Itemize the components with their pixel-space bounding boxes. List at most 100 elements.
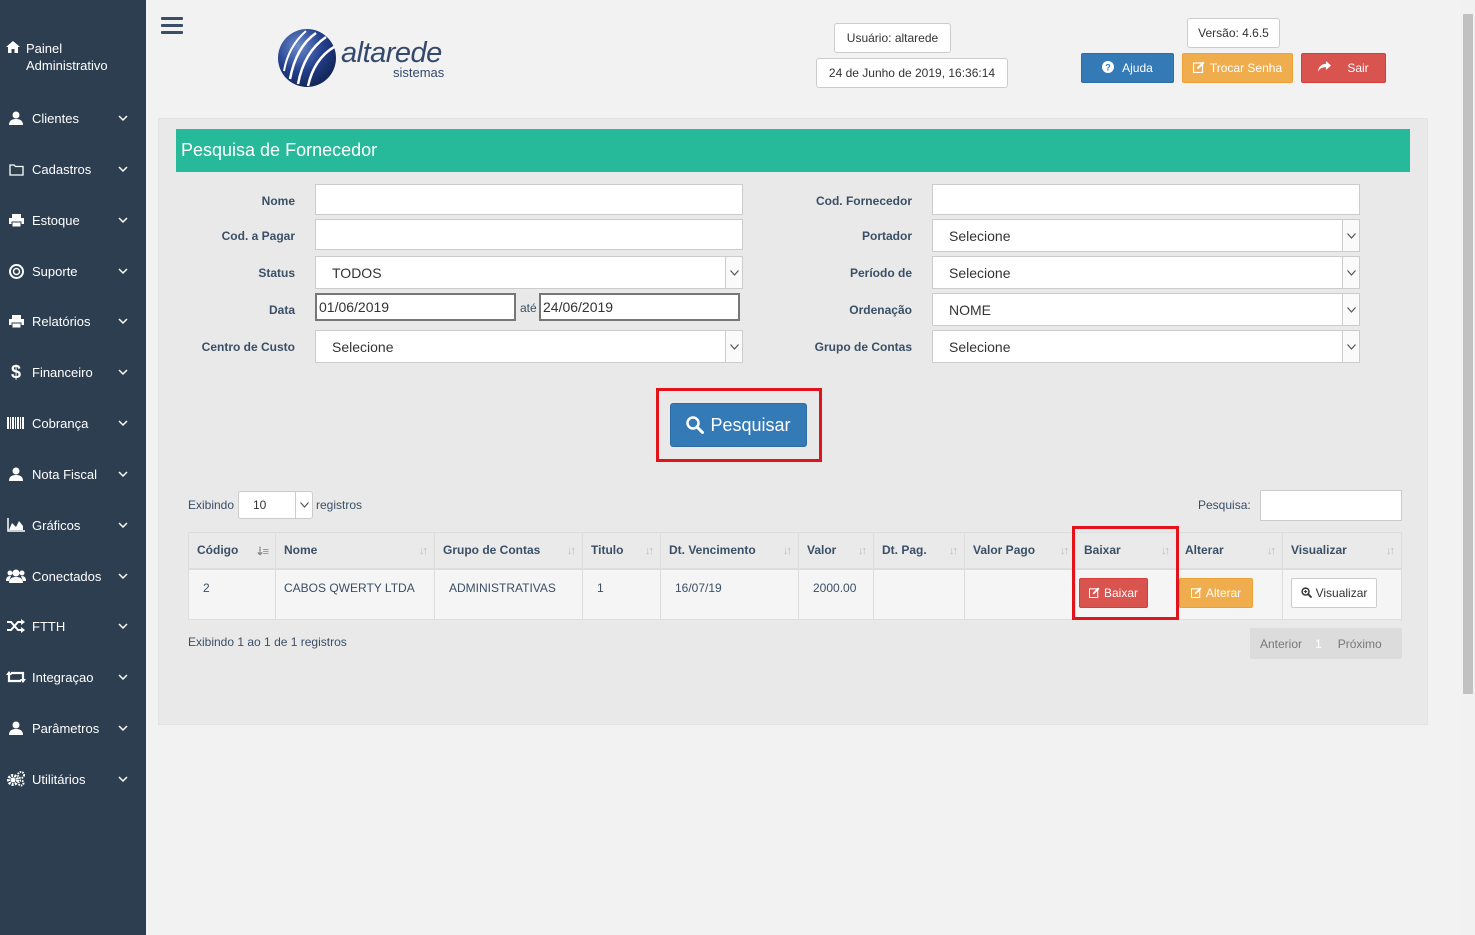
col-label: Valor — [807, 543, 837, 558]
cod-fornecedor-input[interactable] — [932, 184, 1360, 215]
col-titulo[interactable]: Titulo ↓↑ — [582, 532, 661, 570]
col-label: Código — [197, 543, 239, 558]
svg-text:?: ? — [1105, 62, 1111, 72]
periodo-select[interactable]: Selecione — [932, 256, 1360, 289]
chevron-down-icon — [118, 217, 128, 224]
col-vencimento[interactable]: Dt. Vencimento ↓↑ — [660, 532, 799, 570]
chevron-down-icon — [118, 725, 128, 732]
change-password-button[interactable]: Trocar Senha — [1182, 53, 1293, 83]
sidebar-item-clientes[interactable]: Clientes — [0, 108, 146, 128]
nome-input[interactable] — [315, 184, 743, 215]
altarede-logo[interactable]: altarede sistemas — [276, 27, 476, 89]
chevron-down-icon — [1342, 220, 1359, 251]
sidebar-item-ftth[interactable]: FTTH — [0, 616, 146, 636]
page-length-value: 10 — [253, 498, 267, 512]
sidebar-item-label: Utilitários — [32, 771, 86, 787]
sidebar-item-cadastros[interactable]: Cadastros — [0, 159, 146, 179]
sidebar-item-estoque[interactable]: Estoque — [0, 210, 146, 230]
datetime-info: 24 de Junho de 2019, 16:36:14 — [816, 58, 1008, 88]
col-nome[interactable]: Nome ↓↑ — [275, 532, 435, 570]
col-visualizar[interactable]: Visualizar ↓↑ — [1282, 532, 1402, 570]
sort-icon: ↓↑ — [1386, 545, 1395, 557]
sort-icon: ↓↑ — [567, 545, 576, 557]
sidebar-item-relatorios[interactable]: Relatórios — [0, 311, 146, 331]
col-label: Valor Pago — [973, 543, 1036, 558]
sidebar-item-integracao[interactable]: Integraçao — [0, 667, 146, 687]
cell-grupo: ADMINISTRATIVAS — [434, 568, 583, 620]
date-from-input[interactable]: 01/06/2019 — [315, 293, 516, 321]
chevron-down-icon — [118, 623, 128, 630]
sidebar-item-graficos[interactable]: Gráficos — [0, 515, 146, 535]
logo-globe-icon — [278, 29, 336, 87]
chevron-down-icon — [118, 318, 128, 325]
help-label: Ajuda — [1122, 61, 1153, 75]
chevron-down-icon — [118, 776, 128, 783]
centro-custo-select[interactable]: Selecione — [315, 330, 743, 363]
baixar-highlight-box — [1072, 526, 1179, 620]
cell-valor-pago — [964, 568, 1076, 620]
col-label: Nome — [284, 543, 318, 558]
sidebar-item-conectados[interactable]: Conectados — [0, 566, 146, 586]
status-label: Status — [258, 266, 295, 280]
logout-button[interactable]: Sair — [1301, 53, 1386, 83]
portador-select[interactable]: Selecione — [932, 219, 1360, 252]
edit-icon — [1190, 587, 1202, 598]
col-label: Alterar — [1185, 543, 1224, 558]
chevron-down-icon — [725, 257, 742, 288]
col-valor-pago[interactable]: Valor Pago ↓↑ — [964, 532, 1076, 570]
sidebar-item-utilitarios[interactable]: Utilitários — [0, 769, 146, 789]
user-icon — [6, 467, 26, 481]
alterar-button[interactable]: Alterar — [1179, 577, 1253, 608]
cell-dt-pag — [873, 568, 965, 620]
retweet-icon — [6, 670, 26, 684]
sidebar-item-suporte[interactable]: Suporte — [0, 261, 146, 281]
col-codigo[interactable]: Código ⇣≡ — [188, 532, 276, 570]
barcode-icon — [6, 417, 26, 429]
page-number-button[interactable]: 1 — [1315, 637, 1322, 651]
prev-page-button[interactable]: Anterior — [1260, 637, 1302, 651]
portador-value: Selecione — [949, 227, 1011, 244]
col-label: Grupo de Contas — [443, 543, 541, 558]
chevron-down-icon — [118, 166, 128, 173]
visualizar-label: Visualizar — [1315, 585, 1368, 600]
page-length-select[interactable]: 10 — [238, 491, 313, 519]
chevron-down-icon — [118, 369, 128, 376]
col-label: Titulo — [591, 543, 624, 558]
sort-icon: ↓↑ — [1267, 545, 1276, 557]
col-label: Visualizar — [1291, 543, 1347, 558]
table-info: Exibindo 1 ao 1 de 1 registros — [188, 635, 347, 649]
version-info: Versão: 4.6.5 — [1187, 18, 1280, 48]
cod-pagar-input[interactable] — [315, 219, 743, 250]
sidebar-item-cobranca[interactable]: Cobrança — [0, 413, 146, 433]
next-page-button[interactable]: Próximo — [1338, 637, 1382, 651]
scrollbar-thumb[interactable] — [1463, 14, 1473, 694]
col-alterar[interactable]: Alterar ↓↑ — [1176, 532, 1283, 570]
results-table: Código ⇣≡ Nome ↓↑ Grupo de Contas ↓↑ Titulo… — [188, 532, 1402, 620]
sidebar-item-label: Conectados — [32, 568, 102, 584]
col-grupo[interactable]: Grupo de Contas ↓↑ — [434, 532, 583, 570]
grupo-contas-select[interactable]: Selecione — [932, 330, 1360, 363]
help-button[interactable]: ? Ajuda — [1081, 53, 1174, 83]
visualizar-button[interactable]: Visualizar — [1291, 577, 1377, 608]
sort-icon: ↓↑ — [419, 545, 428, 557]
date-to-input[interactable]: 24/06/2019 — [539, 293, 740, 321]
sidebar-item-parametros[interactable]: Parâmetros — [0, 718, 146, 738]
panel-title: Pesquisa de Fornecedor — [176, 129, 1410, 172]
sidebar-item-painel[interactable]: Painel Administrativo — [6, 40, 136, 74]
page-scrollbar[interactable] — [1461, 0, 1475, 935]
sidebar-item-financeiro[interactable]: $ Financeiro — [0, 362, 146, 382]
sort-icon: ↓↑ — [645, 545, 654, 557]
ordenacao-select[interactable]: NOME — [932, 293, 1360, 326]
search-button[interactable]: Pesquisar — [670, 403, 807, 447]
cell-nome: CABOS QWERTY LTDA — [275, 568, 435, 620]
cell-vencimento: 16/07/19 — [660, 568, 799, 620]
menu-toggle-button[interactable] — [161, 17, 183, 35]
logout-label: Sair — [1347, 61, 1369, 75]
col-dt-pag[interactable]: Dt. Pag. ↓↑ — [873, 532, 965, 570]
table-search-input[interactable] — [1260, 490, 1402, 521]
chevron-down-icon — [118, 471, 128, 478]
col-valor[interactable]: Valor ↓↑ — [798, 532, 874, 570]
cell-titulo: 1 — [582, 568, 661, 620]
sidebar-item-nota-fiscal[interactable]: Nota Fiscal — [0, 464, 146, 484]
status-select[interactable]: TODOS — [315, 256, 743, 289]
